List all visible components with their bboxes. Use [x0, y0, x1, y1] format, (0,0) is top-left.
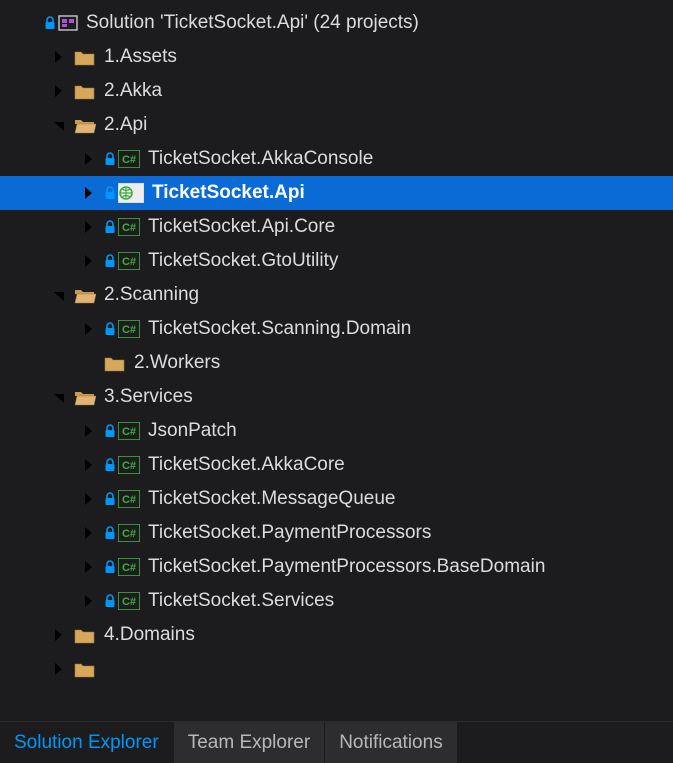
- csharp-project-icon: [118, 218, 140, 236]
- solution-icon: [58, 14, 78, 32]
- lock-icon: [104, 424, 116, 438]
- chevron-right-icon[interactable]: [50, 48, 68, 66]
- tree-row[interactable]: 2.Api: [0, 108, 673, 142]
- tree-row[interactable]: TicketSocket.Services: [0, 584, 673, 618]
- tree-item-label: 2.Akka: [104, 80, 162, 102]
- tree-item-label: TicketSocket.Api.Core: [148, 216, 335, 238]
- csharp-project-icon: [118, 524, 140, 542]
- folder-icon: [104, 354, 126, 372]
- chevron-right-icon[interactable]: [80, 320, 98, 338]
- chevron-right-icon[interactable]: [80, 184, 98, 202]
- csharp-project-icon: [118, 150, 140, 168]
- tab-team-explorer[interactable]: Team Explorer: [173, 722, 325, 763]
- folder-open-icon: [74, 388, 96, 406]
- tree-item-label: JsonPatch: [148, 420, 237, 442]
- csharp-project-icon: [118, 558, 140, 576]
- chevron-right-icon[interactable]: [80, 150, 98, 168]
- tree-item-label: 2.Api: [104, 114, 147, 136]
- chevron-right-icon[interactable]: [50, 660, 68, 678]
- csharp-project-icon: [118, 592, 140, 610]
- tree-row[interactable]: TicketSocket.Api: [0, 176, 673, 210]
- tree-item-label: 2.Scanning: [104, 284, 199, 306]
- tree-row[interactable]: TicketSocket.MessageQueue: [0, 482, 673, 516]
- tree-row[interactable]: JsonPatch: [0, 414, 673, 448]
- lock-icon: [104, 526, 116, 540]
- csharp-project-icon: [118, 320, 140, 338]
- chevron-right-icon[interactable]: [80, 524, 98, 542]
- solution-tree[interactable]: Solution 'TicketSocket.Api' (24 projects…: [0, 0, 673, 721]
- tree-row[interactable]: TicketSocket.GtoUtility: [0, 244, 673, 278]
- tree-item-label: TicketSocket.AkkaCore: [148, 454, 345, 476]
- lock-icon: [104, 254, 116, 268]
- chevron-right-icon[interactable]: [80, 252, 98, 270]
- csharp-project-icon: [118, 490, 140, 508]
- tree-row[interactable]: 2.Scanning: [0, 278, 673, 312]
- folder-icon: [74, 660, 96, 678]
- tree-row[interactable]: 2.Akka: [0, 74, 673, 108]
- tree-row[interactable]: Solution 'TicketSocket.Api' (24 projects…: [0, 6, 673, 40]
- lock-icon: [104, 492, 116, 506]
- folder-open-icon: [74, 116, 96, 134]
- lock-icon: [104, 186, 116, 200]
- tree-item-label: TicketSocket.AkkaConsole: [148, 148, 373, 170]
- chevron-right-icon[interactable]: [50, 82, 68, 100]
- tree-row[interactable]: TicketSocket.AkkaCore: [0, 448, 673, 482]
- tree-item-label: 4.Domains: [104, 624, 195, 646]
- tree-item-label: TicketSocket.Api: [152, 182, 305, 204]
- tree-item-label: TicketSocket.GtoUtility: [148, 250, 338, 272]
- tree-row[interactable]: TicketSocket.PaymentProcessors: [0, 516, 673, 550]
- chevron-right-icon[interactable]: [80, 456, 98, 474]
- lock-icon: [104, 560, 116, 574]
- tree-item-label: 2.Workers: [134, 352, 220, 374]
- chevron-right-icon[interactable]: [80, 592, 98, 610]
- csharp-project-icon: [118, 422, 140, 440]
- chevron-down-icon[interactable]: [50, 388, 68, 406]
- tree-item-label: TicketSocket.PaymentProcessors.BaseDomai…: [148, 556, 545, 578]
- tree-row[interactable]: TicketSocket.PaymentProcessors.BaseDomai…: [0, 550, 673, 584]
- tree-item-label: TicketSocket.Scanning.Domain: [148, 318, 411, 340]
- tab-notifications[interactable]: Notifications: [324, 722, 457, 763]
- lock-icon: [104, 220, 116, 234]
- lock-icon: [104, 594, 116, 608]
- chevron-right-icon[interactable]: [80, 490, 98, 508]
- folder-icon: [74, 48, 96, 66]
- tree-item-label: TicketSocket.MessageQueue: [148, 488, 395, 510]
- tree-row[interactable]: 2.Workers: [0, 346, 673, 380]
- tree-item-label: Solution 'TicketSocket.Api' (24 projects…: [86, 12, 419, 34]
- tree-row[interactable]: 3.Services: [0, 380, 673, 414]
- csharp-project-icon: [118, 252, 140, 270]
- lock-icon: [104, 152, 116, 166]
- tree-row[interactable]: 4.Domains: [0, 618, 673, 652]
- tree-row[interactable]: TicketSocket.Scanning.Domain: [0, 312, 673, 346]
- web-project-icon: [118, 183, 144, 203]
- tree-item-label: 3.Services: [104, 386, 193, 408]
- folder-icon: [74, 82, 96, 100]
- folder-open-icon: [74, 286, 96, 304]
- tab-bar: Solution Explorer Team Explorer Notifica…: [0, 721, 673, 763]
- lock-icon: [44, 16, 56, 30]
- tree-item-label: TicketSocket.PaymentProcessors: [148, 522, 431, 544]
- folder-icon: [74, 626, 96, 644]
- lock-icon: [104, 322, 116, 336]
- chevron-down-icon[interactable]: [50, 286, 68, 304]
- tree-item-label: 1.Assets: [104, 46, 177, 68]
- tree-item-label: TicketSocket.Services: [148, 590, 334, 612]
- chevron-right-icon[interactable]: [80, 422, 98, 440]
- csharp-project-icon: [118, 456, 140, 474]
- tree-row[interactable]: [0, 652, 673, 686]
- chevron-right-icon[interactable]: [80, 218, 98, 236]
- chevron-down-icon[interactable]: [50, 116, 68, 134]
- tree-row[interactable]: TicketSocket.AkkaConsole: [0, 142, 673, 176]
- tab-solution-explorer[interactable]: Solution Explorer: [0, 722, 173, 763]
- tree-row[interactable]: 1.Assets: [0, 40, 673, 74]
- tree-row[interactable]: TicketSocket.Api.Core: [0, 210, 673, 244]
- chevron-right-icon[interactable]: [50, 626, 68, 644]
- lock-icon: [104, 458, 116, 472]
- chevron-right-icon[interactable]: [80, 558, 98, 576]
